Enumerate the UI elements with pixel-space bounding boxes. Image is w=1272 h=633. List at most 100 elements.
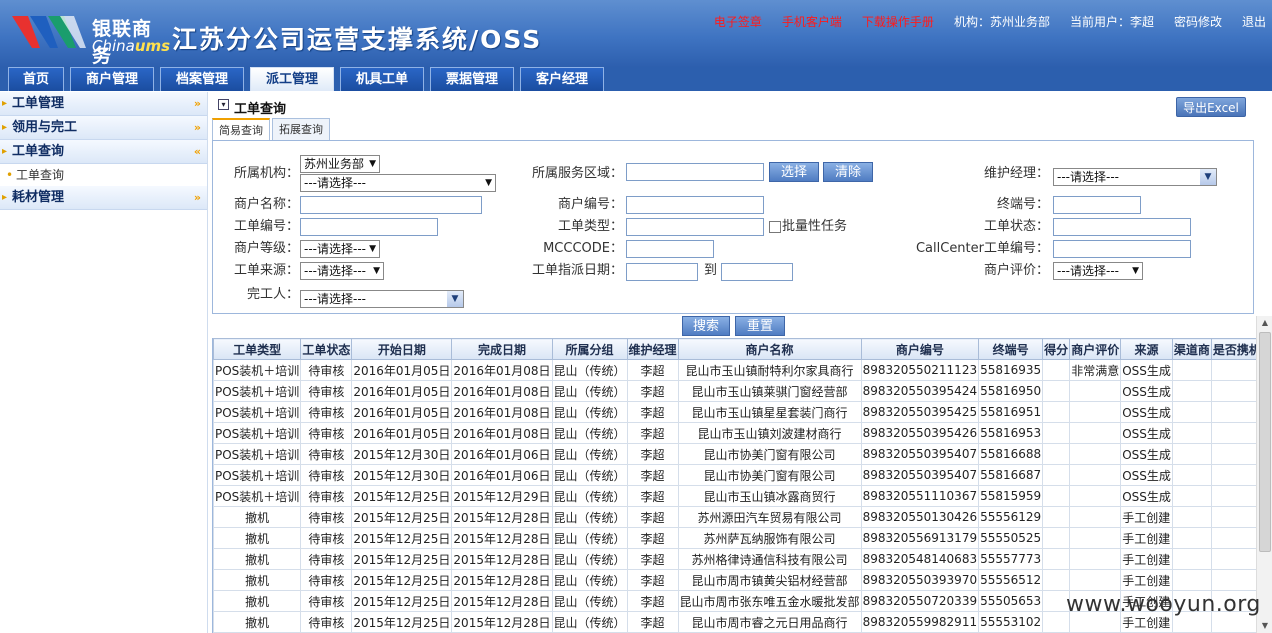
scrollbar-thumb[interactable] bbox=[1259, 332, 1271, 552]
table-cell: 2016年01月08日 bbox=[451, 359, 553, 381]
table-cell bbox=[1069, 527, 1122, 549]
table-cell: POS装机＋培训 bbox=[213, 359, 302, 381]
table-cell: 待审核 bbox=[300, 590, 353, 612]
tab-simple-query[interactable]: 简易查询 bbox=[212, 118, 270, 140]
org-sub-select[interactable]: ---请选择--- ▼ bbox=[300, 174, 496, 192]
manager-select[interactable]: ---请选择--- ▼ bbox=[1053, 168, 1217, 186]
tab-account-manager[interactable]: 客户经理 bbox=[520, 67, 604, 91]
org-select[interactable]: 苏州业务部 ▼ bbox=[300, 155, 380, 173]
link-change-password[interactable]: 密码修改 bbox=[1174, 13, 1222, 30]
order-type-input[interactable] bbox=[626, 218, 764, 236]
table-row[interactable]: 撤机 待审核 2015年12月25日 2015年12月28日 昆山（传统） 李超 苏州萨瓦纳… bbox=[213, 527, 1258, 549]
table-cell: 否 bbox=[1210, 464, 1258, 486]
link-mobile-client[interactable]: 手机客户端 bbox=[782, 13, 842, 30]
tab-device-order[interactable]: 机具工单 bbox=[340, 67, 424, 91]
finisher-select[interactable]: ---请选择--- ▼ bbox=[300, 290, 464, 308]
rating-select[interactable]: ---请选择--- ▼ bbox=[1053, 262, 1143, 280]
table-row[interactable]: 撤机 待审核 2015年12月25日 2015年12月28日 昆山（传统） 李超 苏州格律诗… bbox=[213, 548, 1258, 570]
table-cell: 898320550395407 bbox=[860, 464, 980, 486]
level-select[interactable]: ---请选择--- ▼ bbox=[300, 240, 380, 258]
table-cell: 2016年01月05日 bbox=[351, 380, 453, 402]
table-row[interactable]: POS装机＋培训 待审核 2016年01月05日 2016年01月08日 昆山（传统）李… bbox=[213, 380, 1258, 402]
column-header[interactable]: 商户名称 bbox=[677, 338, 862, 360]
table-row[interactable]: 撤机 待审核 2015年12月25日 2015年12月28日 昆山（传统） 李超 苏州源田汽… bbox=[213, 506, 1258, 528]
assign-date-to-input[interactable] bbox=[721, 263, 793, 281]
table-cell: 2015年12月25日 bbox=[351, 611, 453, 633]
table-row[interactable]: POS装机＋培训 待审核 2016年01月05日 2016年01月08日 昆山（传统）李… bbox=[213, 401, 1258, 423]
table-cell bbox=[1171, 485, 1212, 507]
area-input[interactable] bbox=[626, 163, 764, 181]
caret-down-icon: ▼ bbox=[373, 266, 380, 276]
mcc-input[interactable] bbox=[626, 240, 714, 258]
table-cell: 2015年12月28日 bbox=[451, 569, 553, 591]
collapse-box-icon[interactable]: ▾ bbox=[218, 99, 229, 110]
table-cell: 待审核 bbox=[300, 359, 353, 381]
tab-extended-query[interactable]: 拓展查询 bbox=[272, 118, 330, 140]
column-header[interactable]: 开始日期 bbox=[351, 338, 453, 360]
merchant-name-input[interactable] bbox=[300, 196, 482, 214]
reset-button[interactable]: 重置 bbox=[735, 316, 785, 336]
clear-button[interactable]: 清除 bbox=[823, 162, 873, 182]
sidebar-group-consumables[interactable]: ▸ 耗材管理 » bbox=[0, 186, 207, 210]
table-row[interactable]: POS装机＋培训 待审核 2016年01月05日 2016年01月08日 昆山（传统）李… bbox=[213, 359, 1258, 381]
table-row[interactable]: POS装机＋培训 待审核 2015年12月25日 2015年12月29日 昆山（传统）李… bbox=[213, 485, 1258, 507]
scroll-down-icon[interactable]: ▼ bbox=[1257, 619, 1272, 633]
tab-archive[interactable]: 档案管理 bbox=[160, 67, 244, 91]
column-header[interactable]: 商户评价 bbox=[1069, 338, 1122, 360]
sidebar-group-order-query[interactable]: ▸ 工单查询 « bbox=[0, 140, 207, 164]
table-cell: 2015年12月25日 bbox=[351, 527, 453, 549]
sidebar-group-order-management[interactable]: ▸ 工单管理 » bbox=[0, 92, 207, 116]
column-header[interactable]: 维护经理 bbox=[626, 338, 679, 360]
table-row[interactable]: 撤机 待审核 2015年12月25日 2015年12月28日 昆山（传统） 李超 昆山市周市… bbox=[213, 569, 1258, 591]
sidebar-group-label: 领用与完工 bbox=[12, 120, 78, 135]
column-header[interactable]: 工单类型 bbox=[213, 338, 302, 360]
batch-task-checkbox[interactable] bbox=[769, 221, 781, 233]
order-no-input[interactable] bbox=[300, 218, 438, 236]
search-button[interactable]: 搜索 bbox=[682, 316, 730, 336]
caret-down-icon: ▼ bbox=[369, 159, 376, 169]
table-cell: 2015年12月28日 bbox=[451, 548, 553, 570]
table-cell bbox=[1210, 506, 1258, 528]
callcenter-input[interactable] bbox=[1053, 240, 1191, 258]
table-cell: 55816688 bbox=[978, 443, 1044, 465]
column-header[interactable]: 所属分组 bbox=[551, 338, 628, 360]
tab-merchant[interactable]: 商户管理 bbox=[70, 67, 154, 91]
table-row[interactable]: POS装机＋培训 待审核 2015年12月30日 2016年01月06日 昆山（传统）李… bbox=[213, 464, 1258, 486]
column-header[interactable]: 得分 bbox=[1042, 338, 1071, 360]
date-to-label: 到 bbox=[703, 263, 717, 278]
column-header[interactable]: 渠道商 bbox=[1171, 338, 1212, 360]
link-logout[interactable]: 退出 bbox=[1242, 13, 1266, 30]
sidebar-group-receive-complete[interactable]: ▸ 领用与完工 » bbox=[0, 116, 207, 140]
scroll-up-icon[interactable]: ▲ bbox=[1257, 316, 1272, 330]
merchant-no-input[interactable] bbox=[626, 196, 764, 214]
vertical-scrollbar[interactable]: ▲ ▼ bbox=[1256, 316, 1272, 633]
assign-date-from-input[interactable] bbox=[626, 263, 698, 281]
column-header[interactable]: 工单状态 bbox=[300, 338, 353, 360]
source-select[interactable]: ---请选择--- ▼ bbox=[300, 262, 384, 280]
table-cell: 苏州萨瓦纳服饰有限公司 bbox=[677, 527, 862, 549]
sidebar-item-order-query[interactable]: • 工单查询 bbox=[0, 164, 207, 186]
table-cell bbox=[1069, 569, 1122, 591]
terminal-input[interactable] bbox=[1053, 196, 1141, 214]
table-cell: 2015年12月25日 bbox=[351, 548, 453, 570]
terminal-label: 终端号： bbox=[996, 197, 1049, 212]
column-header[interactable]: 来源 bbox=[1120, 338, 1173, 360]
tab-dispatch[interactable]: 派工管理 bbox=[250, 67, 334, 91]
select-button[interactable]: 选择 bbox=[769, 162, 819, 182]
table-cell bbox=[1042, 359, 1071, 381]
column-header[interactable]: 终端号 bbox=[978, 338, 1044, 360]
order-status-input[interactable] bbox=[1053, 218, 1191, 236]
link-e-signature[interactable]: 电子签章 bbox=[714, 13, 762, 30]
link-download-manual[interactable]: 下载操作手册 bbox=[862, 13, 934, 30]
table-cell bbox=[1210, 527, 1258, 549]
column-header[interactable]: 商户编号 bbox=[860, 338, 980, 360]
table-cell: 撤机 bbox=[213, 548, 302, 570]
mcc-label: MCCCODE： bbox=[543, 241, 623, 256]
tab-home[interactable]: 首页 bbox=[8, 67, 64, 91]
export-excel-button[interactable]: 导出Excel bbox=[1176, 97, 1246, 117]
column-header[interactable]: 完成日期 bbox=[451, 338, 553, 360]
tab-receipt[interactable]: 票据管理 bbox=[430, 67, 514, 91]
table-row[interactable]: POS装机＋培训 待审核 2016年01月05日 2016年01月08日 昆山（传统）李… bbox=[213, 422, 1258, 444]
table-row[interactable]: POS装机＋培训 待审核 2015年12月30日 2016年01月06日 昆山（传统）李… bbox=[213, 443, 1258, 465]
column-header[interactable]: 是否携机入网 bbox=[1210, 338, 1258, 360]
